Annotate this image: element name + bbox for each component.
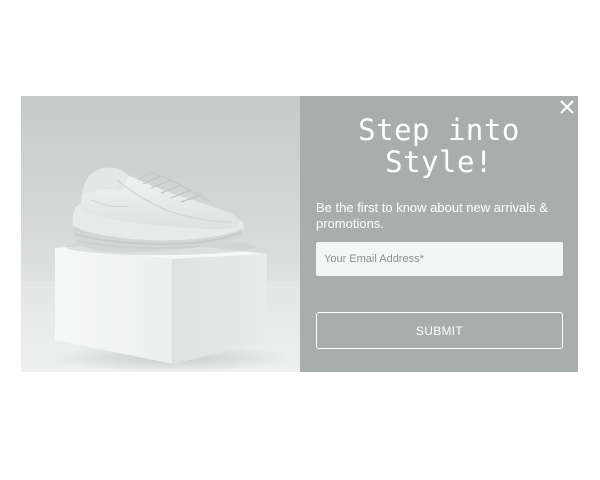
sneaker-on-pedestal-image: [21, 96, 300, 372]
popup-headline: Step into Style!: [358, 113, 520, 179]
newsletter-popup: Step into Style! Be the first to know ab…: [21, 96, 578, 372]
product-image: [21, 96, 300, 372]
email-field[interactable]: [316, 242, 563, 276]
popup-subtext: Be the first to know about new arrivals …: [316, 200, 548, 231]
submit-button[interactable]: SUBMIT: [316, 312, 563, 349]
signup-form-panel: Step into Style! Be the first to know ab…: [300, 96, 578, 372]
